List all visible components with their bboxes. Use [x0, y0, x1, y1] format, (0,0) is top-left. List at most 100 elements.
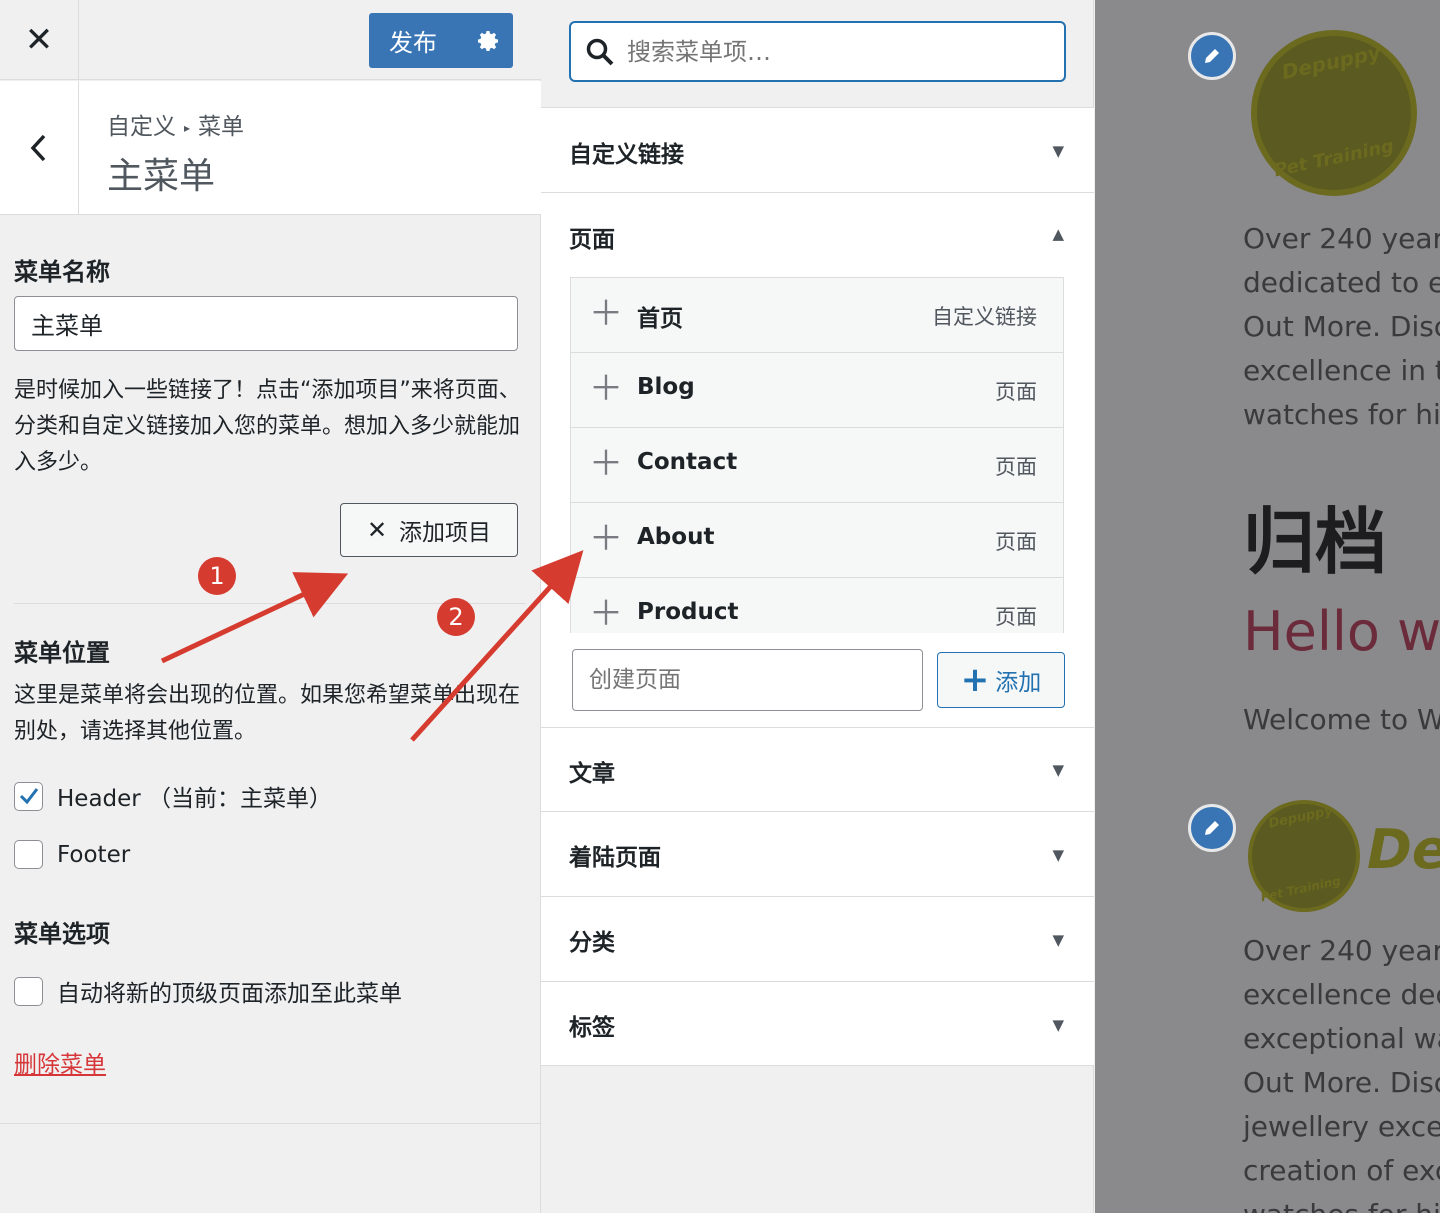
- triangle-down-icon: ▼: [1052, 761, 1064, 779]
- page-item-name: 首页: [637, 306, 683, 332]
- search-input[interactable]: [627, 37, 1047, 66]
- page-item-name: Contact: [637, 449, 738, 475]
- auto-add-option[interactable]: 自动将新的顶级页面添加至此菜单: [14, 974, 402, 1008]
- gear-icon[interactable]: [465, 13, 513, 68]
- header-checkbox[interactable]: [14, 781, 43, 811]
- footer-option-label: Footer: [57, 841, 131, 868]
- pencil-icon: [1205, 49, 1219, 63]
- plus-icon: ＋: [589, 519, 623, 559]
- page-item-type: 页面: [995, 380, 1037, 404]
- pages-list[interactable]: ＋ 首页 自定义链接 ＋ Blog 页面 ＋ Contact 页面 ＋ Abou…: [570, 277, 1064, 633]
- back-button[interactable]: [0, 81, 79, 215]
- accordion-custom-links[interactable]: 自定义链接 ▼: [541, 107, 1094, 192]
- page-item-name: Product: [637, 599, 739, 625]
- chevron-left-icon: [30, 134, 46, 162]
- add-page-button[interactable]: + 添加: [937, 652, 1065, 708]
- page-item-type: 自定义链接: [932, 305, 1037, 329]
- close-button[interactable]: ✕: [0, 0, 79, 80]
- edit-shortcut-button[interactable]: [1188, 32, 1236, 80]
- menu-location-label: 菜单位置: [14, 639, 110, 667]
- accordion-title: 分类: [569, 930, 615, 956]
- logo-text-bottom: Pet Training: [1272, 135, 1396, 182]
- text-line: watches for hin: [1243, 1193, 1440, 1213]
- available-menu-items-panel: 自定义链接 ▼ 页面 ▲ ＋ 首页 自定义链接 ＋ Blog 页面 ＋ Cont…: [541, 0, 1094, 1213]
- triangle-down-icon: ▼: [1052, 931, 1064, 949]
- publish-button[interactable]: 发布: [369, 23, 465, 58]
- post-title-link[interactable]: Hello wo: [1243, 600, 1440, 663]
- list-item[interactable]: ＋ 首页 自定义链接: [571, 278, 1063, 353]
- site-logo[interactable]: Depuppy Pet Training: [1248, 800, 1360, 912]
- footer-checkbox[interactable]: [14, 840, 43, 869]
- triangle-down-icon: ▼: [1052, 1016, 1064, 1034]
- triangle-up-icon[interactable]: ▲: [1052, 225, 1064, 243]
- list-item[interactable]: ＋ Product 页面: [571, 578, 1063, 633]
- breadcrumb: 自定义 ▸ 菜单: [107, 107, 244, 141]
- list-item[interactable]: ＋ Blog 页面: [571, 353, 1063, 428]
- publish-group: 发布: [369, 13, 513, 68]
- annotation-badge-1: 1: [198, 557, 236, 595]
- logo-text-top: Depuppy: [1267, 803, 1335, 832]
- accordion-landing-pages[interactable]: 着陆页面 ▼: [541, 811, 1094, 896]
- auto-add-checkbox[interactable]: [14, 976, 43, 1006]
- accordion-tags[interactable]: 标签 ▼: [541, 981, 1094, 1066]
- page-item-type: 页面: [995, 530, 1037, 554]
- page-item-name: Blog: [637, 374, 695, 400]
- close-icon: ✕: [24, 20, 54, 60]
- text-line: Over 240 years: [1243, 222, 1440, 255]
- preview-paragraph-2: Over 240 years excellence ded exceptiona…: [1243, 929, 1440, 1213]
- welcome-text: Welcome to Wo: [1243, 703, 1440, 736]
- close-icon: ✕: [366, 516, 388, 544]
- customizer-topbar: ✕ 发布: [0, 0, 541, 80]
- menu-location-desc: 这里是菜单将会出现的位置。如果您希望菜单出现在别处，请选择其他位置。: [14, 683, 521, 744]
- logo-text-bottom: Pet Training: [1259, 873, 1342, 905]
- preview-paragraph-1: Over 240 years dedicated to ex Out More.…: [1243, 217, 1440, 437]
- text-line: Over 240 years: [1243, 934, 1440, 967]
- accordion-title: 自定义链接: [569, 142, 684, 168]
- menu-name-input[interactable]: [14, 296, 518, 351]
- triangle-down-icon: ▼: [1052, 142, 1064, 160]
- page-item-type: 页面: [995, 605, 1037, 629]
- accordion-title: 标签: [569, 1015, 615, 1041]
- search-box: [569, 21, 1066, 82]
- breadcrumb-separator-icon: ▸: [184, 120, 191, 135]
- create-page-input[interactable]: [572, 649, 923, 711]
- page-item-name: About: [637, 524, 715, 550]
- site-preview: Depuppy Pet Training Over 240 years dedi…: [1095, 0, 1440, 1213]
- plus-icon: ＋: [589, 294, 623, 334]
- divider: [0, 1123, 541, 1124]
- add-items-button[interactable]: ✕ 添加项目: [340, 503, 518, 557]
- plus-icon: ＋: [589, 369, 623, 409]
- archive-title: 归档: [1243, 500, 1388, 584]
- list-item[interactable]: ＋ About 页面: [571, 503, 1063, 578]
- checkmark-icon: [19, 788, 38, 805]
- accordion-title: 着陆页面: [569, 845, 661, 871]
- add-page-label: 添加: [995, 670, 1042, 696]
- section-header: 自定义 ▸ 菜单 主菜单: [0, 81, 541, 215]
- accordion-title[interactable]: 页面: [569, 220, 615, 254]
- location-header-option[interactable]: Header （当前：主菜单）: [14, 779, 332, 813]
- breadcrumb-parent: 自定义: [107, 114, 176, 140]
- menu-options-label: 菜单选项: [14, 920, 110, 948]
- text-line: excellence in th: [1243, 354, 1440, 387]
- auto-add-label: 自动将新的顶级页面添加至此菜单: [57, 981, 402, 1007]
- accordion-posts[interactable]: 文章 ▼: [541, 727, 1094, 811]
- text-line: excellence ded: [1243, 978, 1440, 1011]
- pencil-icon: [1205, 821, 1219, 835]
- list-item[interactable]: ＋ Contact 页面: [571, 428, 1063, 503]
- triangle-down-icon: ▼: [1052, 846, 1064, 864]
- breadcrumb-child: 菜单: [198, 114, 245, 140]
- plus-icon: ＋: [589, 594, 623, 633]
- page-title: 主菜单: [107, 156, 216, 197]
- edit-shortcut-button[interactable]: [1188, 804, 1236, 852]
- annotation-badge-2: 2: [437, 598, 475, 636]
- location-footer-option[interactable]: Footer: [14, 840, 130, 869]
- search-icon: [586, 38, 614, 65]
- add-items-label: 添加项目: [399, 520, 492, 546]
- site-logo[interactable]: Depuppy Pet Training: [1251, 30, 1417, 196]
- accordion-categories[interactable]: 分类 ▼: [541, 896, 1094, 981]
- header-option-label: Header （当前：主菜单）: [57, 786, 333, 812]
- page-item-type: 页面: [995, 455, 1037, 479]
- plus-icon: ＋: [589, 444, 623, 484]
- delete-menu-link[interactable]: 删除菜单: [14, 1045, 106, 1079]
- accordion-title: 文章: [569, 761, 615, 787]
